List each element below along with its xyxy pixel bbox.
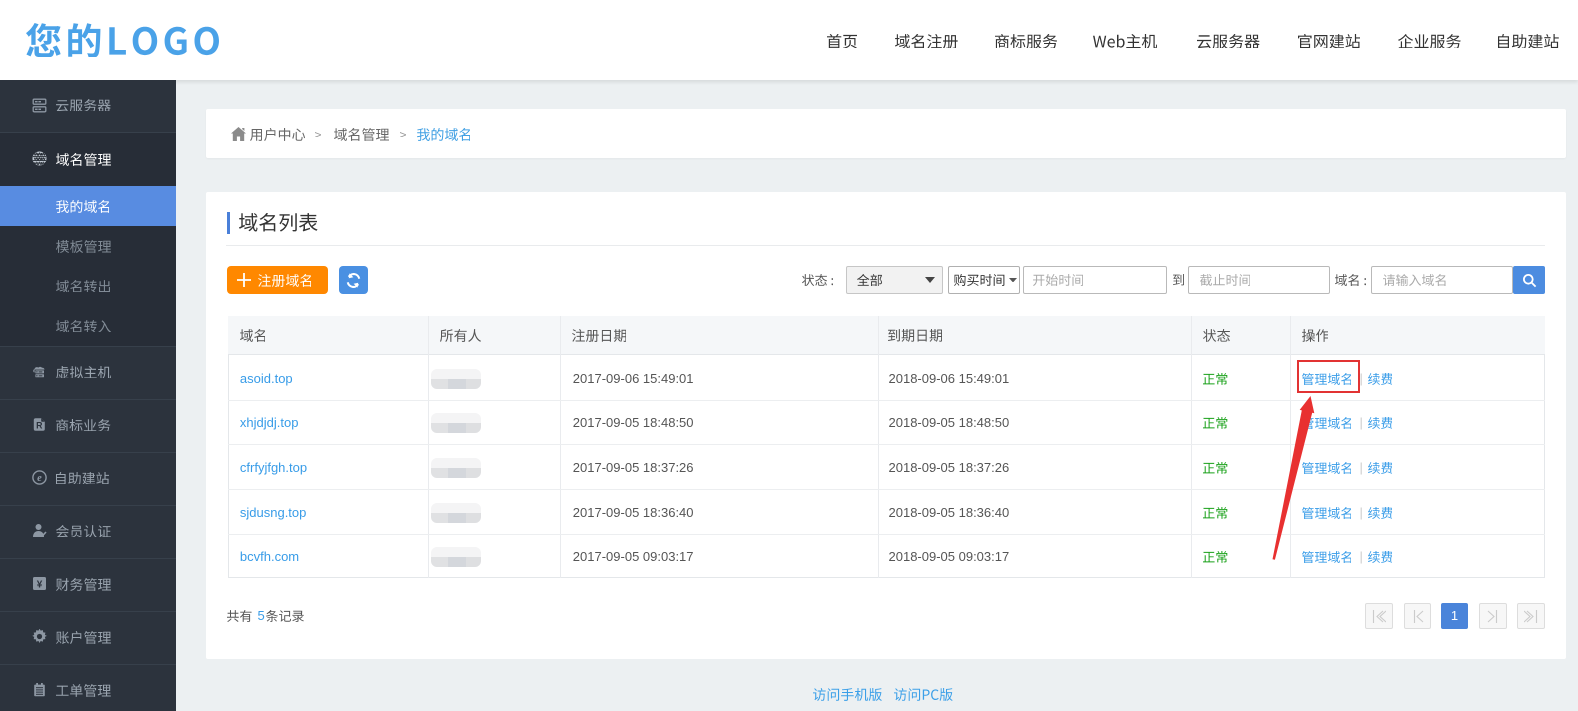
svg-text:¥: ¥: [37, 580, 43, 591]
svg-text:R: R: [36, 421, 43, 431]
svg-text:e: e: [37, 473, 42, 484]
